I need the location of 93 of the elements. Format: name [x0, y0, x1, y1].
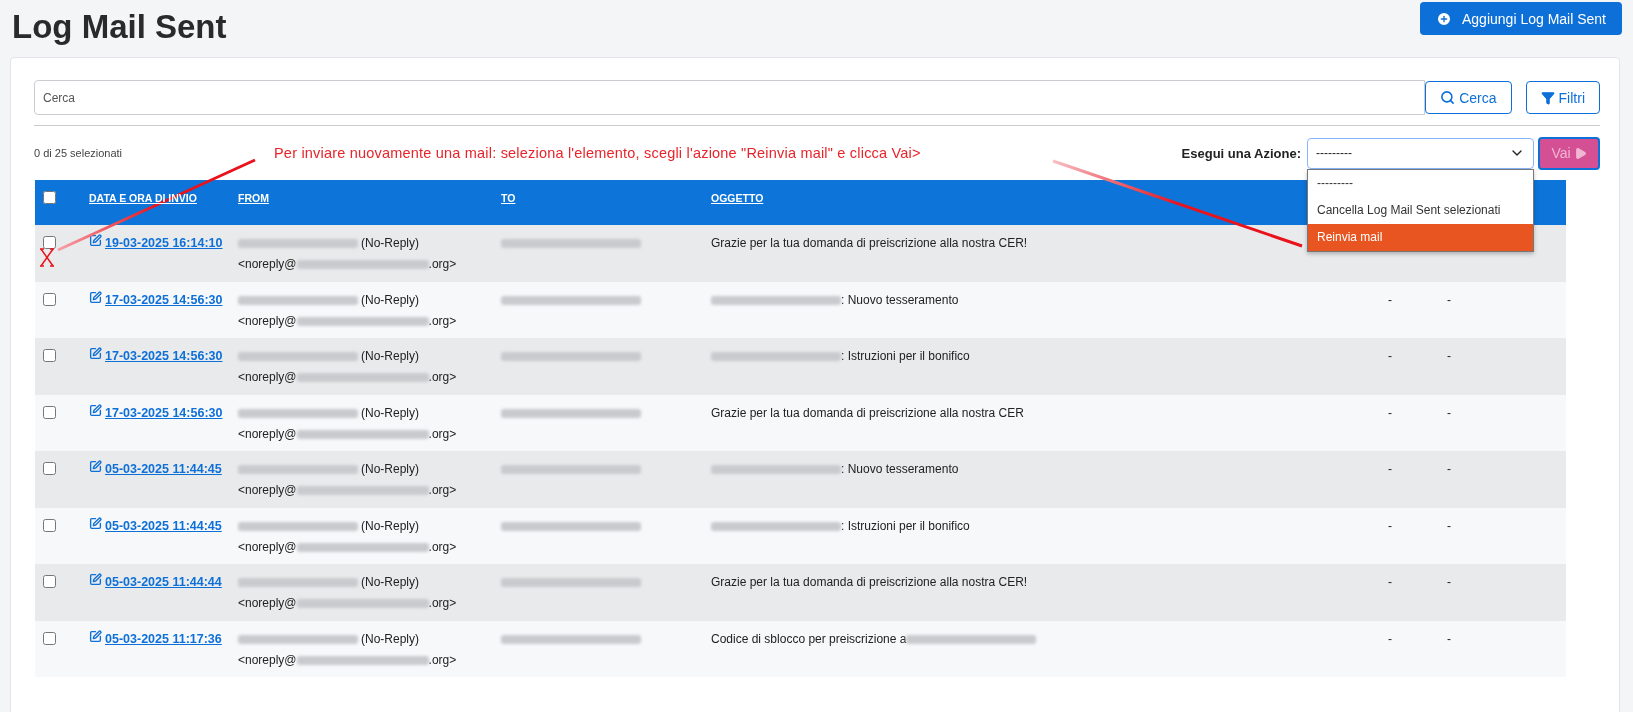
cell-text: - [1447, 349, 1451, 363]
cell-text: .org> [428, 312, 457, 330]
cell-text: <noreply@ [238, 312, 297, 330]
column-header[interactable]: FROM [238, 190, 269, 204]
go-button[interactable]: Vai [1538, 136, 1600, 170]
column-header[interactable]: TO [501, 190, 516, 204]
cell-text: - [1388, 292, 1392, 307]
cell-text: - [1388, 349, 1392, 363]
search-button[interactable]: Cerca [1425, 81, 1512, 114]
cell-text: <noreply@ [238, 369, 297, 386]
cell-text: - [1388, 575, 1392, 589]
filters-button[interactable]: Filtri [1525, 81, 1600, 114]
row-checkbox[interactable] [43, 405, 56, 419]
cell-text: .org> [428, 595, 457, 612]
edit-icon [89, 403, 102, 417]
selection-count: 0 di 25 selezionati [34, 147, 124, 159]
plus-circle-icon [1436, 10, 1452, 27]
date-link[interactable]: 19-03-2025 16:14:10 [89, 233, 238, 254]
date-link[interactable]: 05-03-2025 11:44:45 [89, 459, 238, 480]
date-link[interactable]: 17-03-2025 14:56:30 [89, 346, 238, 367]
row-checkbox[interactable] [43, 518, 56, 532]
cell-text: (No-Reply) [361, 404, 419, 422]
cell-text: <noreply@ [238, 256, 297, 273]
cell-text: (No-Reply) [361, 461, 419, 478]
date-link[interactable]: 05-03-2025 11:44:44 [89, 572, 238, 593]
column-header[interactable]: OGGETTO [711, 190, 764, 204]
cell-text: (No-Reply) [361, 348, 419, 365]
cell-text: - [1388, 631, 1392, 646]
menu-option[interactable]: --------- [1308, 169, 1533, 197]
date-link[interactable]: 05-03-2025 11:44:45 [89, 515, 238, 537]
edit-icon [89, 347, 102, 360]
edit-icon [89, 516, 102, 530]
cell-text: Grazie per la tua domanda di preiscrizione alla nostra CER [711, 404, 1024, 422]
cell-text: (No-Reply) [361, 574, 419, 591]
action-select[interactable]: --------- [1307, 137, 1534, 169]
cell-text: .org> [428, 369, 457, 386]
action-label: Esegui una Azione: [1181, 145, 1301, 161]
cell-text: (No-Reply) [361, 517, 419, 535]
cell-text: - [1447, 575, 1451, 589]
cell-text: <noreply@ [238, 595, 297, 612]
cell-text: <noreply@ [238, 425, 297, 443]
cell-text: .org> [428, 482, 457, 499]
cell-text: - [1447, 518, 1451, 533]
cell-text: .org> [428, 425, 457, 443]
cell-text: - [1388, 462, 1392, 476]
cell-text: <noreply@ [238, 538, 297, 556]
edit-icon [89, 629, 102, 643]
cell-text: Grazie per la tua domanda di preiscrizione alla nostra CER! [711, 235, 1028, 252]
cell-text: - [1388, 518, 1392, 533]
row-checkbox[interactable] [43, 631, 56, 645]
cell-text: (No-Reply) [361, 630, 419, 648]
date-link[interactable]: 17-03-2025 14:56:30 [89, 289, 238, 311]
edit-icon [89, 573, 102, 586]
edit-icon [89, 234, 102, 247]
edit-icon [89, 290, 102, 304]
cell-text: (No-Reply) [361, 291, 419, 309]
edit-icon [89, 460, 102, 473]
cell-text: Codice di sblocco per preiscrizione a [711, 630, 907, 648]
cell-text: : Istruzioni per il bonifico [841, 517, 970, 535]
cell-text: <noreply@ [238, 482, 297, 499]
menu-option[interactable]: Reinvia mail [1308, 223, 1533, 251]
cell-text: - [1388, 405, 1392, 420]
annotation-text: Per inviare nuovamente una mail: seleziona l'elemento, scegli l'azione "Reinvia mail" e clicca Vai> [274, 145, 921, 161]
cell-text: : Istruzioni per il bonifico [841, 348, 970, 365]
add-button[interactable]: Aggiungi Log Mail Sent [1420, 2, 1622, 35]
cell-text: - [1447, 631, 1451, 646]
column-header[interactable]: DATA E ORA DI INVIO [89, 190, 197, 204]
cross-mark-icon [39, 248, 55, 267]
page-title: Log Mail Sent [12, 8, 227, 46]
menu-option[interactable]: Cancella Log Mail Sent selezionati [1308, 196, 1533, 224]
search-field[interactable]: Cerca [35, 81, 1425, 114]
cell-text: : Nuovo tesseramento [841, 461, 959, 478]
select-all-checkbox[interactable] [43, 191, 56, 204]
row-checkbox[interactable] [43, 236, 56, 249]
play-icon [1573, 146, 1587, 160]
cell-text: .org> [428, 538, 457, 556]
date-link[interactable]: 05-03-2025 11:17:36 [89, 628, 238, 650]
cell-text: .org> [428, 651, 457, 669]
filter-icon [1540, 90, 1555, 105]
row-checkbox[interactable] [43, 575, 56, 588]
cell-text: (No-Reply) [361, 235, 419, 252]
cell-text: - [1447, 405, 1451, 420]
cell-text: <noreply@ [238, 651, 297, 669]
date-link[interactable]: 17-03-2025 14:56:30 [89, 402, 238, 424]
cell-text: : Nuovo tesseramento [841, 291, 959, 309]
cell-text: .org> [428, 256, 457, 273]
cell-text: - [1447, 462, 1451, 476]
row-checkbox[interactable] [43, 292, 56, 306]
cell-text: Grazie per la tua domanda di preiscrizione alla nostra CER! [711, 574, 1028, 591]
search-icon [1440, 90, 1456, 105]
row-checkbox[interactable] [43, 462, 56, 475]
cell-text: - [1447, 292, 1451, 307]
row-checkbox[interactable] [43, 349, 56, 362]
